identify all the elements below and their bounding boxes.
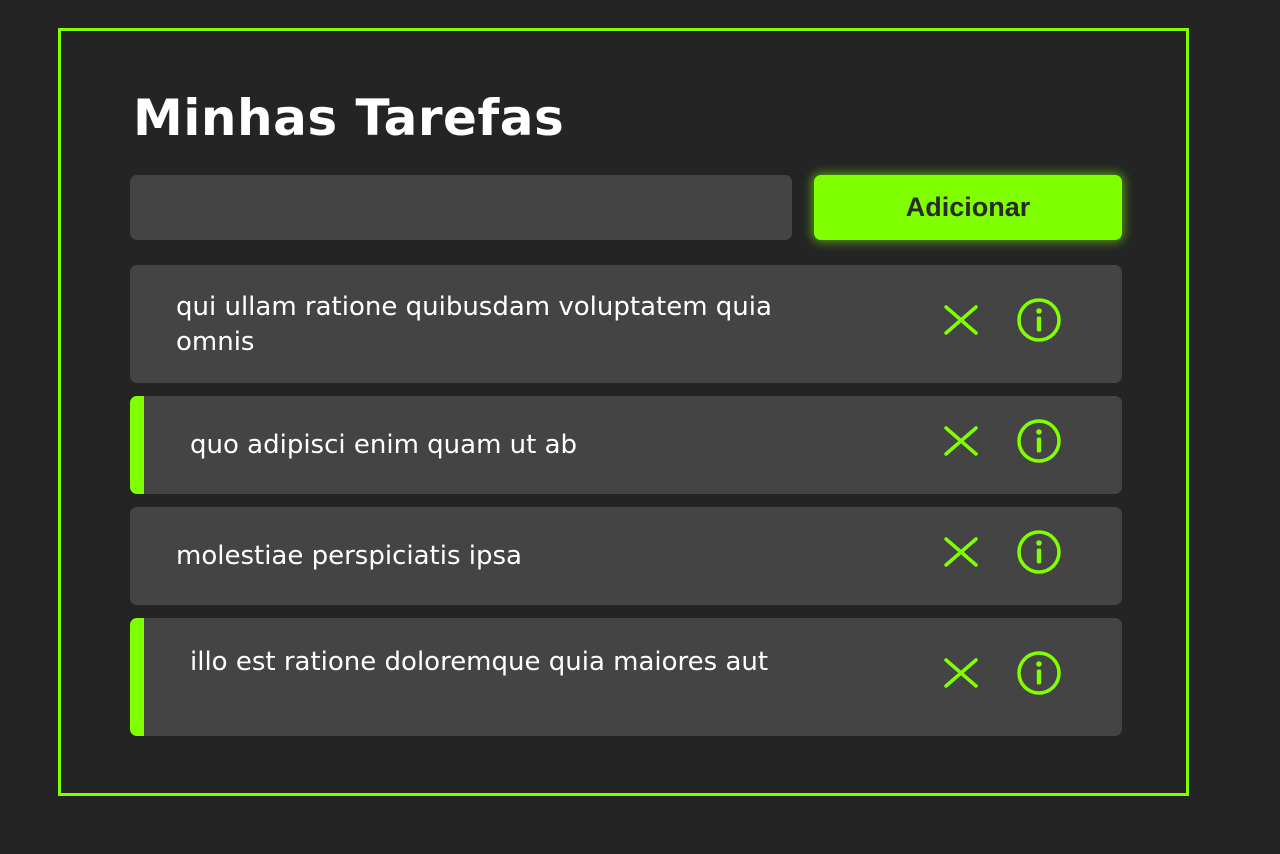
task-list: qui ullam ratione quibusdam voluptatem q… [130,265,1122,749]
task-item: qui ullam ratione quibusdam voluptatem q… [130,265,1122,383]
page-title: Minhas Tarefas [133,89,565,147]
task-title[interactable]: illo est ratione doloremque quia maiores… [190,645,870,680]
info-icon[interactable] [1016,529,1062,575]
add-task-button[interactable]: Adicionar [814,175,1122,240]
info-icon[interactable] [1016,297,1062,343]
task-title[interactable]: quo adipisci enim quam ut ab [190,428,870,463]
close-icon[interactable] [938,529,984,575]
info-icon[interactable] [1016,418,1062,464]
new-task-input[interactable] [130,175,792,240]
close-icon[interactable] [938,650,984,696]
info-icon[interactable] [1016,650,1062,696]
task-title[interactable]: qui ullam ratione quibusdam voluptatem q… [176,290,856,360]
task-item: illo est ratione doloremque quia maiores… [130,618,1122,736]
task-item: quo adipisci enim quam ut ab [130,396,1122,494]
close-icon[interactable] [938,418,984,464]
close-icon[interactable] [938,297,984,343]
task-title[interactable]: molestiae perspiciatis ipsa [176,539,856,574]
task-item: molestiae perspiciatis ipsa [130,507,1122,605]
